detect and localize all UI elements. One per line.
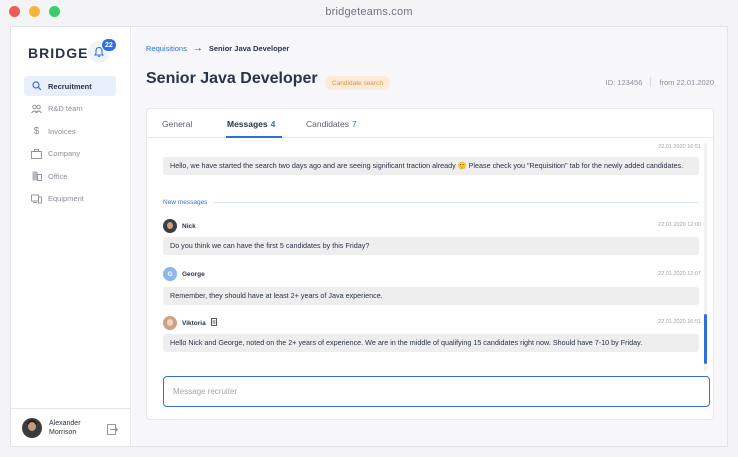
sidebar-item-office[interactable]: Office [24,166,116,186]
status-badge: Candidate search [325,76,390,90]
team-icon [31,103,42,114]
sidebar-item-equipment[interactable]: Equipment [24,189,116,209]
avatar[interactable] [163,316,177,330]
main-content: Requisitions → Senior Java Developer Sen… [132,27,727,446]
tab-count: 7 [352,119,357,129]
sidebar: BRIDGE 22 Recruitment R&D team $ Invoice… [11,27,131,446]
message-timestamp: 22.01.2020 12:00 [658,222,701,228]
sidebar-item-label: Invoices [48,126,76,136]
active-tab-indicator [226,136,282,138]
sidebar-item-recruitment[interactable]: Recruitment [24,76,116,96]
message-input[interactable] [163,376,710,407]
tab-bar: General Messages 4 Candidates 7 [147,109,713,138]
briefcase-icon [31,148,42,159]
message-bubble: Hello, we have started the search two da… [163,157,699,175]
building-icon [31,171,42,182]
breadcrumb-current: Senior Java Developer [208,44,290,53]
message-sender: Viktoria [163,316,217,330]
bridge-logo[interactable]: BRIDGE [28,45,88,61]
dollar-icon: $ [33,125,40,137]
browser-titlebar: bridgeteams.com [0,0,738,26]
message-bubble: Remember, they should have at least 2+ y… [163,287,699,305]
requisition-id: ID: 123456 [605,77,643,87]
sidebar-item-label: Company [48,149,81,158]
requisition-card: General Messages 4 Candidates 7 22.01.2020… [146,108,714,420]
sidebar-item-label: Equipment [48,194,84,203]
app-window: BRIDGE 22 Recruitment R&D team $ Invoice… [10,26,728,447]
notification-count-badge: 22 [101,38,117,52]
sidebar-item-company[interactable]: Company [24,144,116,164]
tab-messages[interactable]: Messages 4 [227,119,275,129]
user-panel: Alexander Morrison [11,408,130,446]
tab-count: 4 [270,119,276,129]
sidebar-item-label: Office [48,171,68,181]
avatar[interactable]: G [163,267,177,281]
sidebar-item-label: R&D team [48,104,83,113]
address-url: bridgeteams.com [325,6,413,18]
logout-icon[interactable] [107,422,119,440]
sidebar-nav: Recruitment R&D team $ Invoices Company [24,76,116,211]
message-thread[interactable]: 22.01.2020 16:51 Hello, we have started … [147,139,713,373]
meta-divider [650,77,652,87]
recruiter-badge-icon [210,318,217,328]
page-title: Senior Java Developer [146,70,318,87]
message-timestamp: 22.01.2020 12:07 [658,271,701,277]
message-timestamp: 22.01.2020 16:51 [658,319,701,325]
new-messages-divider: New messages [163,199,699,206]
avatar[interactable] [22,418,42,438]
sidebar-item-invoices[interactable]: $ Invoices [24,121,116,141]
message-bubble: Do you think we can have the first 5 can… [163,237,699,255]
tab-candidates[interactable]: Candidates 7 [306,119,357,129]
message-bubble: Hello Nick and George, noted on the 2+ y… [163,334,699,352]
requisition-date: from 22.01.2020 [659,77,714,87]
search-icon [31,81,42,92]
message-timestamp: 22.01.2020 16:51 [658,144,701,150]
tab-general[interactable]: General [162,119,192,129]
requisition-meta: ID: 123456 from 22.01.2020 [606,77,714,87]
avatar[interactable] [163,219,177,233]
sidebar-item-label: Recruitment [48,81,92,91]
message-scrollbar-thumb[interactable] [704,314,707,364]
sidebar-item-rnd-team[interactable]: R&D team [24,99,116,119]
message-sender: Nick [163,219,196,233]
breadcrumb-arrow-icon: → [192,43,203,54]
user-name: Alexander Morrison [49,420,81,436]
breadcrumb-requisitions-link[interactable]: Requisitions [146,44,187,53]
devices-icon [31,193,42,204]
breadcrumb: Requisitions → Senior Java Developer [146,43,289,54]
message-sender: G George [163,267,205,281]
